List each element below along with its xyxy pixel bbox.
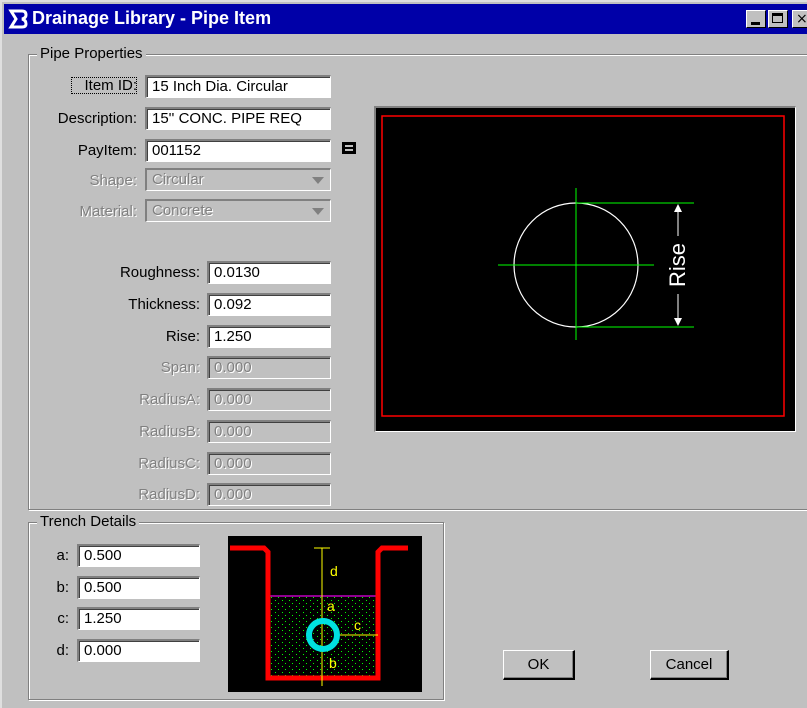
trench-diagram-a: a [327, 598, 335, 614]
trench-b-label: b: [56, 579, 69, 596]
radius-d-label: RadiusD: [138, 486, 200, 503]
rise-arrow-bottom [674, 318, 682, 326]
thickness-label: Thickness: [128, 296, 200, 313]
shape-value: Circular [152, 171, 204, 188]
title-bar[interactable]: Drainage Library - Pipe Item × [4, 4, 807, 34]
roughness-label: Roughness: [119, 264, 200, 281]
window-title: Drainage Library - Pipe Item [32, 8, 272, 28]
chevron-down-icon [308, 171, 328, 189]
rise-label: Rise: [165, 328, 200, 345]
rise-dimension-label: Rise [665, 243, 690, 287]
description-input[interactable]: 15'' CONC. PIPE REQ [145, 107, 331, 130]
pipe-properties-legend: Pipe Properties [37, 45, 146, 62]
pipe-item-dialog: Drainage Library - Pipe Item × Pipe Prop… [0, 0, 807, 708]
ok-button[interactable]: OK [503, 650, 575, 680]
material-label: Material: [79, 203, 137, 220]
bentley-b-icon [8, 9, 28, 29]
close-button[interactable]: × [792, 10, 807, 28]
calculator-icon[interactable] [342, 142, 356, 154]
radius-b-label: RadiusB: [139, 423, 200, 440]
payitem-label: PayItem: [77, 142, 137, 159]
shape-select: Circular [145, 168, 331, 191]
span-label: Span: [160, 359, 200, 376]
pipe-preview-canvas: Rise [374, 106, 796, 432]
cancel-button[interactable]: Cancel [650, 650, 729, 680]
maximize-icon [772, 13, 783, 23]
trench-diagram-d: d [330, 563, 338, 579]
description-label: Description: [57, 110, 137, 127]
maximize-button[interactable] [768, 10, 788, 28]
trench-diagram: d a c b [228, 536, 422, 692]
trench-drawing: d a c b [230, 545, 408, 686]
minimize-button[interactable] [746, 10, 766, 28]
radius-a-label: RadiusA: [139, 391, 200, 408]
close-icon: × [796, 11, 807, 27]
trench-diagram-c: c [354, 617, 361, 633]
radius-c-input: 0.000 [207, 452, 331, 475]
trench-diagram-b: b [329, 655, 337, 671]
material-select: Concrete [145, 199, 331, 222]
rise-arrow-top [674, 204, 682, 212]
trench-a-label: a: [56, 547, 69, 564]
trench-d-label: d: [56, 642, 69, 659]
item-id-label: Item ID: [71, 77, 137, 94]
rise-input[interactable]: 1.250 [207, 325, 331, 348]
trench-bedding [268, 596, 378, 677]
roughness-input[interactable]: 0.0130 [207, 261, 331, 284]
preview-frame [381, 115, 785, 417]
item-id-input[interactable]: 15 Inch Dia. Circular [145, 75, 331, 98]
trench-d-input[interactable]: 0.000 [77, 639, 200, 662]
span-input: 0.000 [207, 356, 331, 379]
thickness-input[interactable]: 0.092 [207, 293, 331, 316]
minimize-icon [751, 22, 760, 25]
payitem-input[interactable]: 001152 [145, 139, 331, 162]
trench-details-legend: Trench Details [37, 513, 140, 530]
material-value: Concrete [152, 202, 213, 219]
radius-d-input: 0.000 [207, 483, 331, 506]
trench-c-input[interactable]: 1.250 [77, 607, 200, 630]
pipe-preview-drawing: Rise [381, 115, 785, 417]
trench-b-input[interactable]: 0.500 [77, 576, 200, 599]
radius-c-label: RadiusC: [138, 455, 200, 472]
trench-a-input[interactable]: 0.500 [77, 544, 200, 567]
radius-a-input: 0.000 [207, 388, 331, 411]
chevron-down-icon [308, 202, 328, 220]
trench-c-label: c: [57, 610, 69, 627]
radius-b-input: 0.000 [207, 420, 331, 443]
shape-label: Shape: [89, 172, 137, 189]
